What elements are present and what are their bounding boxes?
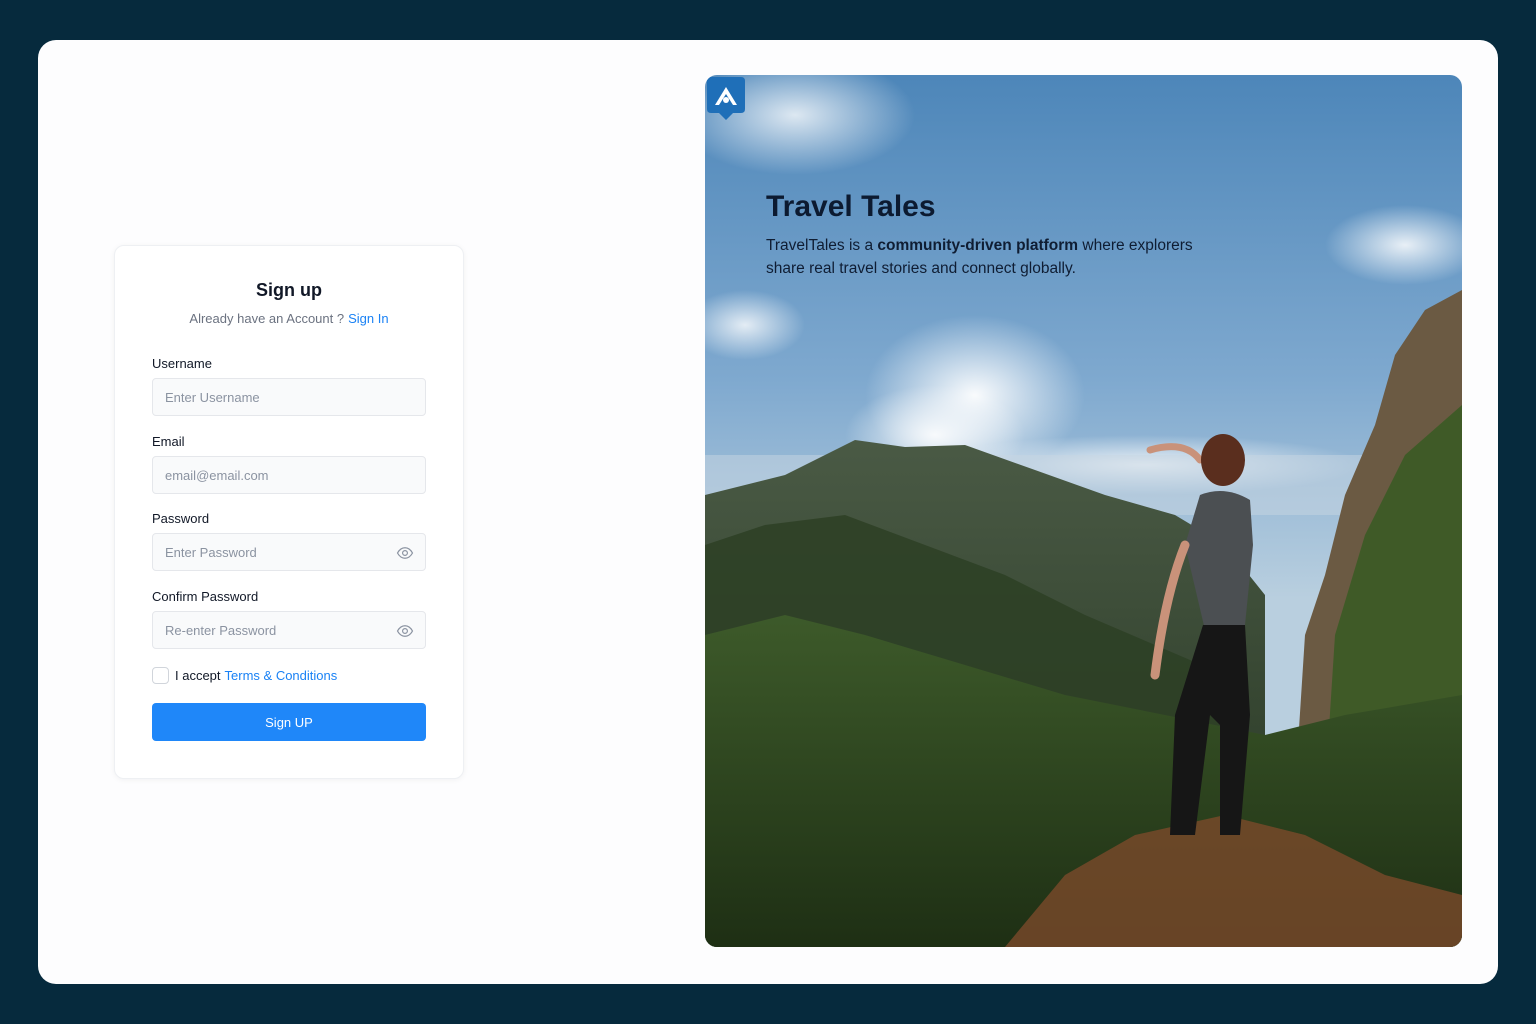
app-frame: Sign up Already have an Account ? Sign In… [38,40,1498,984]
password-input-wrap [152,533,426,571]
signin-prompt-text: Already have an Account ? [189,311,345,326]
signup-button[interactable]: Sign UP [152,703,426,741]
confirm-password-input[interactable] [153,612,425,648]
brand-description-bold: community-driven platform [877,237,1079,254]
signin-prompt: Already have an Account ? Sign In [115,311,463,326]
username-label: Username [152,356,212,371]
confirm-password-input-wrap [152,611,426,649]
hero-panel: Travel Tales TravelTales is a community-… [705,75,1462,947]
confirm-password-label: Confirm Password [152,589,259,604]
email-input-wrap [152,456,426,494]
email-field: Email [152,434,426,494]
password-label: Password [152,511,210,526]
brand-description-part1: TravelTales is a [766,237,878,254]
terms-row: I accept Terms & Conditions [152,666,337,684]
username-field: Username [152,356,426,416]
password-field: Password [152,511,426,571]
signup-card: Sign up Already have an Account ? Sign In… [114,245,464,779]
username-input[interactable] [153,379,425,415]
signin-link[interactable]: Sign In [348,311,388,326]
confirm-password-field: Confirm Password [152,589,426,649]
eye-icon[interactable] [396,544,414,562]
email-label: Email [152,434,185,449]
brand-description: TravelTales is a community-driven platfo… [766,234,1226,280]
email-input[interactable] [153,457,425,493]
signup-title: Sign up [256,280,322,300]
password-input[interactable] [153,534,425,570]
map-pin-mountain-icon [707,77,745,120]
terms-prefix: I accept [175,667,221,683]
username-input-wrap [152,378,426,416]
brand-title: Travel Tales [766,190,936,223]
terms-link[interactable]: Terms & Conditions [225,668,338,683]
eye-icon[interactable] [396,622,414,640]
terms-checkbox[interactable] [152,666,169,684]
